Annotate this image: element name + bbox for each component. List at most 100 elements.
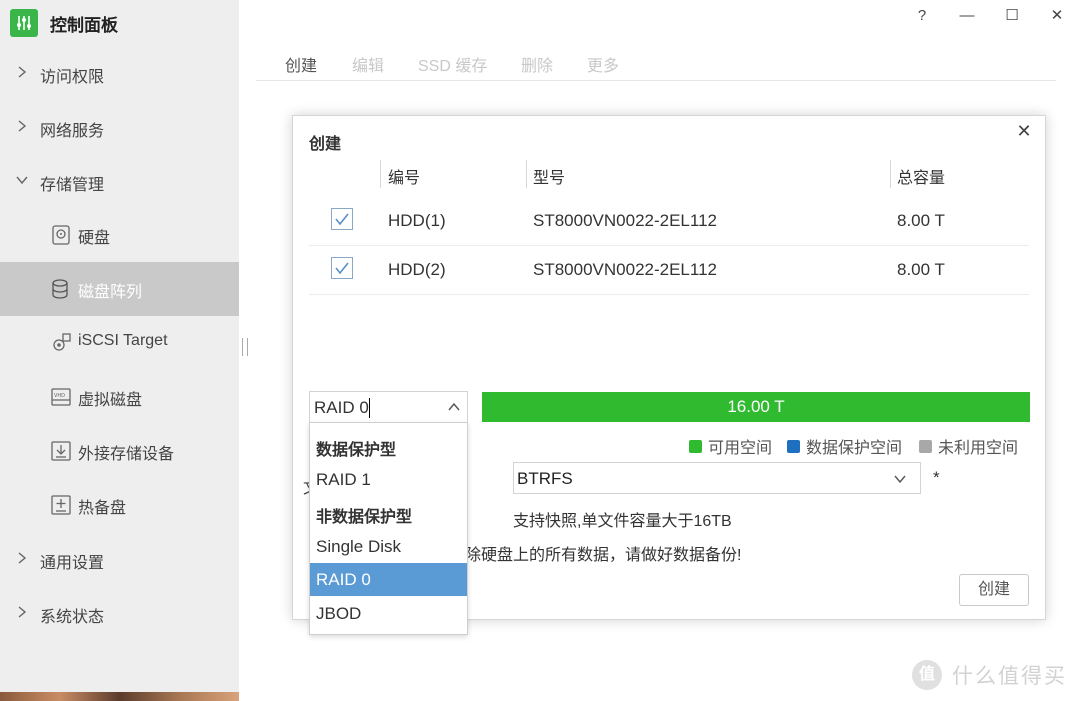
legend-label: 可用空间 bbox=[708, 440, 773, 457]
dropdown-option-jbod[interactable]: JBOD bbox=[310, 597, 467, 630]
virtual-disk-icon: VHD bbox=[51, 388, 71, 406]
sidebar-item-access[interactable]: 访问权限 bbox=[0, 46, 239, 100]
legend-available: 可用空间 bbox=[689, 434, 772, 458]
create-button[interactable]: 创建 bbox=[959, 574, 1029, 606]
sidebar-item-label: 访问权限 bbox=[40, 69, 105, 86]
chevron-down-icon bbox=[894, 475, 906, 484]
close-window-button[interactable]: ✕ bbox=[1047, 6, 1067, 26]
checkmark-icon bbox=[335, 262, 349, 275]
minimize-button[interactable]: — bbox=[957, 6, 977, 26]
raid-level-value: RAID 0 bbox=[314, 398, 369, 417]
dropdown-option-label: RAID 1 bbox=[316, 470, 371, 489]
svg-text:VHD: VHD bbox=[54, 393, 65, 399]
sidebar-item-system-status[interactable]: 系统状态 bbox=[0, 586, 239, 640]
raid-level-dropdown: 数据保护型 RAID 1 非数据保护型 Single Disk RAID 0 J… bbox=[309, 422, 468, 635]
sidebar-item-virtual-disk[interactable]: VHD 虚拟磁盘 bbox=[0, 370, 239, 424]
chevron-right-icon bbox=[18, 606, 27, 618]
checkmark-icon bbox=[335, 213, 349, 226]
dropdown-group-label: 非数据保护型 bbox=[316, 509, 413, 526]
chevron-right-icon bbox=[18, 552, 27, 564]
capacity-bar: 16.00 T bbox=[482, 392, 1030, 422]
sidebar-item-iscsi[interactable]: iSCSI Target bbox=[0, 316, 239, 370]
column-header-number[interactable]: 编号 bbox=[388, 164, 420, 188]
sidebar-item-label: 磁盘阵列 bbox=[78, 284, 143, 301]
dropdown-option-raid0[interactable]: RAID 0 bbox=[310, 563, 467, 596]
disk-number: HDD(1) bbox=[388, 211, 446, 230]
toolbar-delete-button[interactable]: 删除 bbox=[521, 52, 553, 76]
filesystem-value: BTRFS bbox=[517, 469, 573, 488]
toolbar-more-button[interactable]: 更多 bbox=[587, 52, 619, 76]
sidebar-item-label: 网络服务 bbox=[40, 123, 105, 140]
sidebar-item-general-settings[interactable]: 通用设置 bbox=[0, 532, 239, 586]
sidebar-resize-handle[interactable] bbox=[242, 338, 248, 356]
disk-capacity: 8.00 T bbox=[897, 260, 945, 279]
sidebar-item-disk-array[interactable]: 磁盘阵列 bbox=[0, 262, 239, 316]
legend-swatch bbox=[689, 439, 702, 453]
sidebar-item-disk[interactable]: 硬盘 bbox=[0, 208, 239, 262]
background-image-strip bbox=[0, 692, 239, 701]
chevron-up-icon bbox=[448, 402, 460, 411]
legend-unused: 未利用空间 bbox=[919, 434, 1018, 458]
dropdown-option-label: JBOD bbox=[316, 604, 362, 623]
text-cursor bbox=[369, 398, 370, 418]
disk-model: ST8000VN0022-2EL112 bbox=[533, 211, 717, 230]
legend-swatch bbox=[787, 439, 800, 453]
table-row[interactable]: HDD(1) ST8000VN0022-2EL112 8.00 T bbox=[309, 196, 1029, 246]
watermark: 值 什么值得买 bbox=[912, 658, 1067, 692]
control-panel-icon bbox=[10, 9, 38, 37]
sidebar-item-network[interactable]: 网络服务 bbox=[0, 100, 239, 154]
dropdown-option-raid1[interactable]: RAID 1 bbox=[310, 463, 467, 496]
watermark-logo-icon: 值 bbox=[912, 660, 942, 690]
chevron-right-icon bbox=[18, 120, 27, 132]
sidebar-item-external-storage[interactable]: 外接存储设备 bbox=[0, 424, 239, 478]
disk-checkbox[interactable] bbox=[331, 208, 353, 230]
column-divider bbox=[890, 160, 891, 188]
toolbar-edit-button[interactable]: 编辑 bbox=[352, 52, 384, 76]
sidebar-item-hot-spare[interactable]: 热备盘 bbox=[0, 478, 239, 532]
dropdown-group-unprotected: 非数据保护型 bbox=[310, 496, 467, 529]
sidebar-item-label: 存储管理 bbox=[40, 177, 105, 194]
watermark-text: 什么值得买 bbox=[952, 665, 1067, 688]
legend-swatch bbox=[919, 439, 932, 453]
sidebar-item-label: iSCSI Target bbox=[78, 332, 168, 349]
disk-number: HDD(2) bbox=[388, 260, 446, 279]
legend-label: 数据保护空间 bbox=[806, 440, 903, 457]
dropdown-option-single-disk[interactable]: Single Disk bbox=[310, 530, 467, 563]
column-divider bbox=[526, 160, 527, 188]
data-erase-warning: 除硬盘上的所有数据，请做好数据备份! bbox=[465, 547, 742, 564]
disk-model: ST8000VN0022-2EL112 bbox=[533, 260, 717, 279]
filesystem-select[interactable]: BTRFS bbox=[513, 462, 921, 494]
column-header-capacity[interactable]: 总容量 bbox=[897, 164, 945, 188]
column-divider bbox=[380, 160, 381, 188]
sidebar-item-storage[interactable]: 存储管理 bbox=[0, 154, 239, 208]
dialog-close-icon[interactable]: ✕ bbox=[1015, 122, 1033, 140]
disk-checkbox[interactable] bbox=[331, 257, 353, 279]
maximize-button[interactable]: ☐ bbox=[1002, 6, 1022, 26]
sidebar-item-label: 热备盘 bbox=[78, 500, 127, 517]
disk-capacity: 8.00 T bbox=[897, 211, 945, 230]
sidebar-item-label: 虚拟磁盘 bbox=[78, 392, 143, 409]
dropdown-group-label: 数据保护型 bbox=[316, 442, 397, 459]
chevron-down-icon bbox=[16, 176, 28, 185]
sidebar: 控制面板 访问权限 网络服务 存储管理 硬盘 磁盘阵列 iSCSI Target… bbox=[0, 0, 239, 701]
app-brand: 控制面板 bbox=[10, 9, 118, 37]
legend-protection: 数据保护空间 bbox=[787, 434, 902, 458]
toolbar-ssd-cache-button[interactable]: SSD 缓存 bbox=[418, 52, 487, 76]
disk-array-icon bbox=[52, 279, 68, 299]
sidebar-item-label: 系统状态 bbox=[40, 609, 105, 626]
table-row[interactable]: HDD(2) ST8000VN0022-2EL112 8.00 T bbox=[309, 245, 1029, 295]
iscsi-icon bbox=[53, 333, 71, 351]
sidebar-item-label: 通用设置 bbox=[40, 555, 105, 572]
help-button[interactable]: ? bbox=[912, 6, 932, 26]
dropdown-group-protected: 数据保护型 bbox=[310, 429, 467, 462]
external-storage-icon bbox=[51, 441, 71, 461]
toolbar: 创建 编辑 SSD 缓存 删除 更多 bbox=[256, 44, 1056, 81]
column-header-model[interactable]: 型号 bbox=[533, 164, 565, 188]
app-title: 控制面板 bbox=[50, 15, 118, 35]
raid-level-select[interactable]: RAID 0 bbox=[309, 391, 468, 423]
toolbar-create-button[interactable]: 创建 bbox=[285, 52, 317, 76]
legend-label: 未利用空间 bbox=[938, 440, 1019, 457]
required-mark: * bbox=[933, 468, 940, 487]
sidebar-item-label: 硬盘 bbox=[78, 230, 111, 247]
dialog-title: 创建 bbox=[309, 136, 342, 153]
